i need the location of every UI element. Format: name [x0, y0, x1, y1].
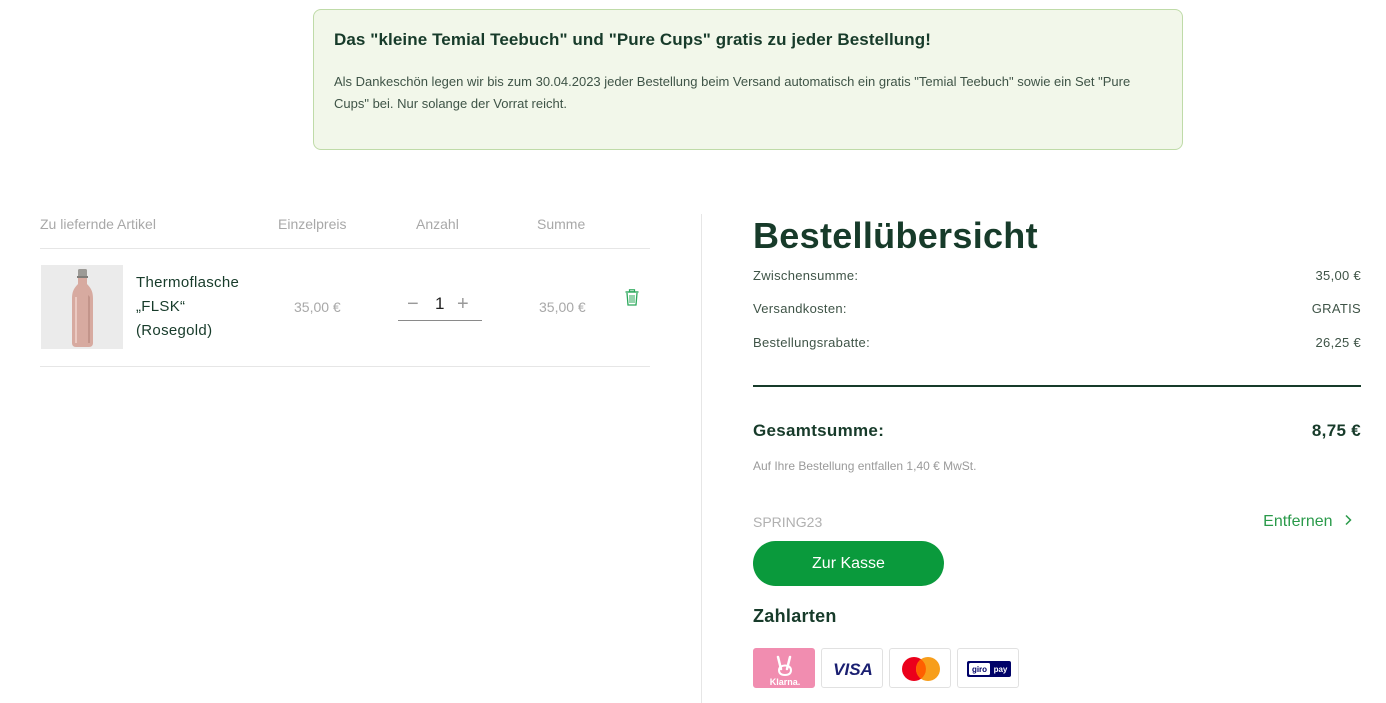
svg-text:Klarna.: Klarna. [770, 677, 801, 687]
header-unit-price: Einzelpreis [278, 216, 347, 232]
promo-banner: Das "kleine Temial Teebuch" und "Pure Cu… [313, 9, 1183, 150]
visa-icon: VISA [821, 648, 883, 688]
order-summary: Bestellübersicht Zwischensumme: 35,00 € … [753, 214, 1361, 688]
klarna-icon: Klarna. [753, 648, 815, 688]
mastercard-icon [889, 648, 951, 688]
svg-text:giro: giro [972, 665, 987, 674]
coupon-code: SPRING23 [753, 514, 823, 530]
promo-text: Als Dankeschön legen wir bis zum 30.04.2… [334, 74, 1131, 111]
subtotal-label: Zwischensumme: [753, 268, 859, 283]
checkout-button[interactable]: Zur Kasse [753, 541, 944, 586]
promo-title: Das "kleine Temial Teebuch" und "Pure Cu… [334, 30, 932, 49]
header-sum: Summe [537, 216, 586, 232]
subtotal-row: Zwischensumme: 35,00 € [753, 268, 1361, 283]
payment-methods-title: Zahlarten [753, 606, 837, 626]
shipping-label: Versandkosten: [753, 301, 847, 316]
quantity-stepper[interactable]: − 1 + [398, 292, 482, 321]
line-sum: 35,00 € [539, 299, 586, 315]
remove-coupon-link[interactable]: Entfernen [1263, 513, 1353, 531]
summary-title: Bestellübersicht [753, 215, 1038, 256]
header-item: Zu liefernde Artikel [40, 216, 156, 232]
cart-row: Thermoflasche „FLSK“ (Rosegold) 35,00 € … [40, 249, 650, 367]
decrease-quantity-button[interactable]: − [407, 292, 419, 316]
svg-text:pay: pay [994, 665, 1008, 674]
discount-label: Bestellungsrabatte: [753, 335, 870, 350]
svg-text:VISA: VISA [833, 660, 873, 679]
chevron-right-icon [1345, 514, 1352, 526]
cart-header: Zu liefernde Artikel Einzelpreis Anzahl … [40, 214, 650, 249]
header-quantity: Anzahl [416, 216, 459, 232]
discount-value: 26,25 € [1315, 335, 1361, 350]
total-value: 8,75 € [1311, 421, 1361, 440]
bottle-image [72, 269, 93, 347]
increase-quantity-button[interactable]: + [457, 292, 469, 316]
subtotal-value: 35,00 € [1315, 268, 1361, 283]
discount-row: Bestellungsrabatte: 26,25 € [753, 335, 1361, 350]
shipping-value: GRATIS [1311, 301, 1361, 316]
summary-divider [753, 385, 1361, 387]
total-row: Gesamtsumme: 8,75 € [753, 421, 1361, 441]
shipping-row: Versandkosten: GRATIS [753, 301, 1361, 316]
remove-coupon-label: Entfernen [1263, 513, 1333, 530]
product-image[interactable] [41, 265, 123, 349]
column-divider [701, 214, 702, 703]
trash-icon[interactable] [625, 289, 639, 311]
giropay-icon: giro pay giropay [957, 648, 1019, 688]
cart-table: Zu liefernde Artikel Einzelpreis Anzahl … [40, 214, 650, 367]
unit-price: 35,00 € [294, 299, 341, 315]
total-label: Gesamtsumme: [753, 421, 885, 440]
vat-note: Auf Ihre Bestellung entfallen 1,40 € MwS… [753, 459, 977, 473]
product-name[interactable]: Thermoflasche „FLSK“ (Rosegold) [136, 271, 266, 343]
quantity-value[interactable]: 1 [435, 294, 444, 314]
